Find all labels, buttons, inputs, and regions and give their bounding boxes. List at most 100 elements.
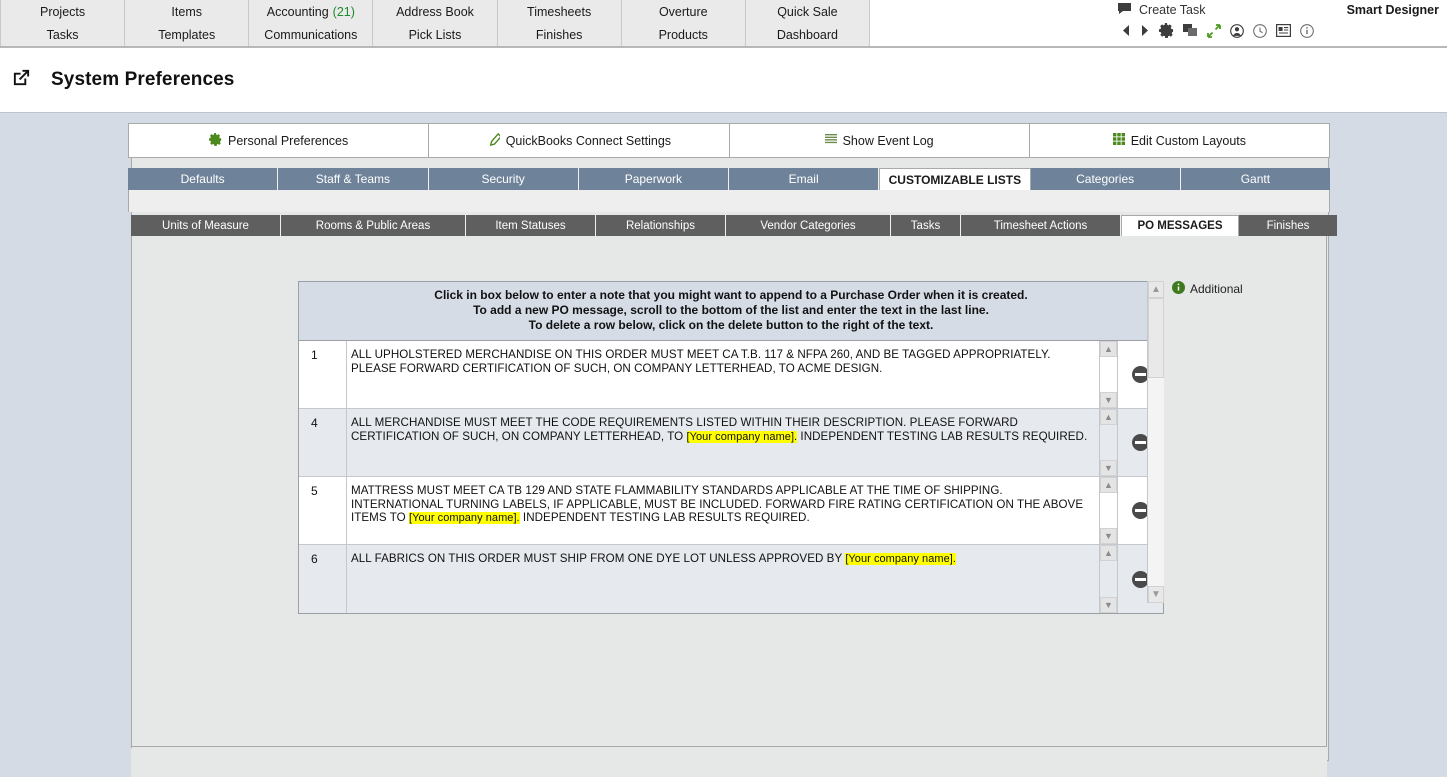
nav-item-templates[interactable]: Templates: [125, 23, 250, 46]
additional-section[interactable]: Additional: [1172, 281, 1243, 297]
clock-icon[interactable]: [1253, 23, 1267, 38]
main-tab-label: Paperwork: [624, 172, 683, 186]
action-button-label: Edit Custom Layouts: [1130, 133, 1247, 148]
po-message-text: INDEPENDENT TESTING LAB RESULTS REQUIRED…: [797, 429, 1088, 443]
nav-item-dashboard[interactable]: Dashboard: [745, 23, 870, 46]
scroll-down-arrow[interactable]: ▼: [1148, 586, 1164, 603]
sub-tab-label: Rooms & Public Areas: [315, 219, 431, 232]
expand-arrows-icon[interactable]: [1207, 23, 1221, 38]
grid-icon: [1112, 133, 1125, 148]
po-message-textarea[interactable]: ALL UPHOLSTERED MERCHANDISE ON THIS ORDE…: [347, 341, 1099, 408]
sub-tab-finishes[interactable]: Finishes: [1239, 215, 1337, 236]
sub-tab-relationships[interactable]: Relationships: [596, 215, 726, 236]
scroll-track[interactable]: [1148, 298, 1164, 586]
main-tab-paperwork[interactable]: Paperwork: [578, 168, 729, 190]
row-scroll-track[interactable]: [1100, 357, 1117, 392]
nav-item-address-book[interactable]: Address Book: [373, 0, 498, 23]
po-messages-table: Click in box below to enter a note that …: [298, 281, 1164, 614]
info-icon[interactable]: [1300, 23, 1314, 38]
scroll-up-arrow[interactable]: ▲: [1148, 281, 1164, 298]
sub-tab-rooms-public-areas[interactable]: Rooms & Public Areas: [281, 215, 466, 236]
po-row-scrollbar[interactable]: ▲ ▼: [1099, 341, 1117, 408]
main-tab-defaults[interactable]: Defaults: [128, 168, 279, 190]
action-edit-custom-layouts-button[interactable]: Edit Custom Layouts: [1029, 124, 1329, 157]
main-tab-label: Gantt: [1240, 172, 1271, 186]
main-tab-email[interactable]: Email: [729, 168, 880, 190]
po-row-scrollbar[interactable]: ▲ ▼: [1099, 545, 1117, 613]
sub-tab-po-messages[interactable]: PO MESSAGES: [1121, 215, 1239, 236]
po-message-row: 6 ALL FABRICS ON THIS ORDER MUST SHIP FRO…: [299, 545, 1163, 613]
back-arrow-icon[interactable]: [1121, 24, 1131, 37]
top-toolbar: Create Task Smart Designer: [1107, 0, 1447, 46]
po-row-scrollbar[interactable]: ▲ ▼: [1099, 477, 1117, 544]
row-scroll-down-arrow[interactable]: ▼: [1100, 460, 1117, 476]
nav-item-products[interactable]: Products: [621, 23, 746, 46]
po-list-scrollbar[interactable]: ▲ ▼: [1147, 281, 1164, 603]
main-tab-label: Security: [481, 172, 525, 186]
brand-label: Smart Designer: [1346, 3, 1439, 17]
row-scroll-up-arrow[interactable]: ▲: [1100, 477, 1117, 493]
scroll-thumb[interactable]: [1148, 298, 1164, 378]
nav-item-overture[interactable]: Overture: [621, 0, 746, 23]
sub-tab-tasks[interactable]: Tasks: [891, 215, 961, 236]
create-task-button[interactable]: Create Task: [1117, 2, 1205, 18]
nav-item-timesheets[interactable]: Timesheets: [497, 0, 622, 23]
pencil-icon: [487, 132, 502, 149]
po-message-textarea[interactable]: ALL MERCHANDISE MUST MEET THE CODE REQUI…: [347, 409, 1099, 476]
row-scroll-track[interactable]: [1100, 493, 1117, 528]
card-icon[interactable]: [1276, 24, 1291, 37]
row-scroll-track[interactable]: [1100, 425, 1117, 460]
main-tab-security[interactable]: Security: [428, 168, 579, 190]
main-tab-bar: Defaults Staff & Teams Security Paperwork Em…: [128, 168, 1330, 190]
top-navigation: Projects Items Accounting (21) Address Book T…: [0, 0, 870, 46]
row-scroll-down-arrow[interactable]: ▼: [1100, 597, 1117, 613]
main-tab-gantt[interactable]: Gantt: [1180, 168, 1330, 190]
nav-item-accounting[interactable]: Accounting (21): [249, 0, 374, 23]
forward-arrow-icon[interactable]: [1140, 24, 1150, 37]
po-instructions-header: Click in box below to enter a note that …: [299, 282, 1163, 341]
sub-tab-units-of-measure[interactable]: Units of Measure: [131, 215, 281, 236]
nav-item-label: Timesheets: [527, 4, 592, 19]
copy-windows-icon[interactable]: [1183, 24, 1198, 37]
action-button-label: Show Event Log: [842, 133, 934, 148]
action-personal-preferences-button[interactable]: Personal Preferences: [129, 124, 430, 157]
action-show-event-log-button[interactable]: Show Event Log: [729, 124, 1030, 157]
external-link-icon[interactable]: [12, 68, 31, 92]
sub-tab-label: Relationships: [625, 219, 696, 232]
sub-tab-timesheet-actions[interactable]: Timesheet Actions: [961, 215, 1121, 236]
row-scroll-down-arrow[interactable]: ▼: [1100, 528, 1117, 544]
sub-tab-label: Item Statuses: [495, 219, 566, 232]
nav-item-tasks[interactable]: Tasks: [0, 23, 126, 46]
po-message-textarea[interactable]: MATTRESS MUST MEET CA TB 129 AND STATE F…: [347, 477, 1099, 544]
nav-row-secondary: Tasks Templates Communications Pick Lists Fi…: [0, 23, 870, 46]
nav-item-quick-sale[interactable]: Quick Sale: [745, 0, 870, 23]
po-message-textarea[interactable]: ALL FABRICS ON THIS ORDER MUST SHIP FROM…: [347, 545, 1099, 613]
sub-tab-vendor-categories[interactable]: Vendor Categories: [726, 215, 891, 236]
nav-item-label: Products: [658, 27, 708, 42]
row-scroll-up-arrow[interactable]: ▲: [1100, 409, 1117, 425]
row-scroll-track[interactable]: [1100, 561, 1117, 597]
minus-icon: [1135, 441, 1146, 444]
preferences-action-bar: Personal Preferences QuickBooks Connect S…: [128, 123, 1330, 158]
user-icon[interactable]: [1230, 23, 1244, 38]
nav-item-label: Templates: [158, 27, 216, 42]
po-row-scrollbar[interactable]: ▲ ▼: [1099, 409, 1117, 476]
row-scroll-down-arrow[interactable]: ▼: [1100, 392, 1117, 408]
row-scroll-up-arrow[interactable]: ▲: [1100, 341, 1117, 357]
nav-item-communications[interactable]: Communications: [249, 23, 374, 46]
page-title: System Preferences: [51, 69, 235, 90]
nav-item-items[interactable]: Items: [125, 0, 250, 23]
sub-tab-item-statuses[interactable]: Item Statuses: [466, 215, 596, 236]
nav-item-finishes[interactable]: Finishes: [497, 23, 622, 46]
create-task-label: Create Task: [1139, 3, 1206, 17]
nav-item-projects[interactable]: Projects: [0, 0, 126, 23]
row-scroll-up-arrow[interactable]: ▲: [1100, 545, 1117, 561]
main-tab-customizable-lists[interactable]: CUSTOMIZABLE LISTS: [879, 168, 1031, 190]
main-tab-staff-teams[interactable]: Staff & Teams: [278, 168, 429, 190]
gear-icon[interactable]: [1159, 23, 1174, 38]
nav-item-label: Dashboard: [776, 27, 838, 42]
additional-label: Additional: [1190, 282, 1243, 296]
nav-item-pick-lists[interactable]: Pick Lists: [373, 23, 498, 46]
action-quickbooks-connect-settings-button[interactable]: QuickBooks Connect Settings: [429, 124, 730, 157]
main-tab-categories[interactable]: Categories: [1030, 168, 1181, 190]
